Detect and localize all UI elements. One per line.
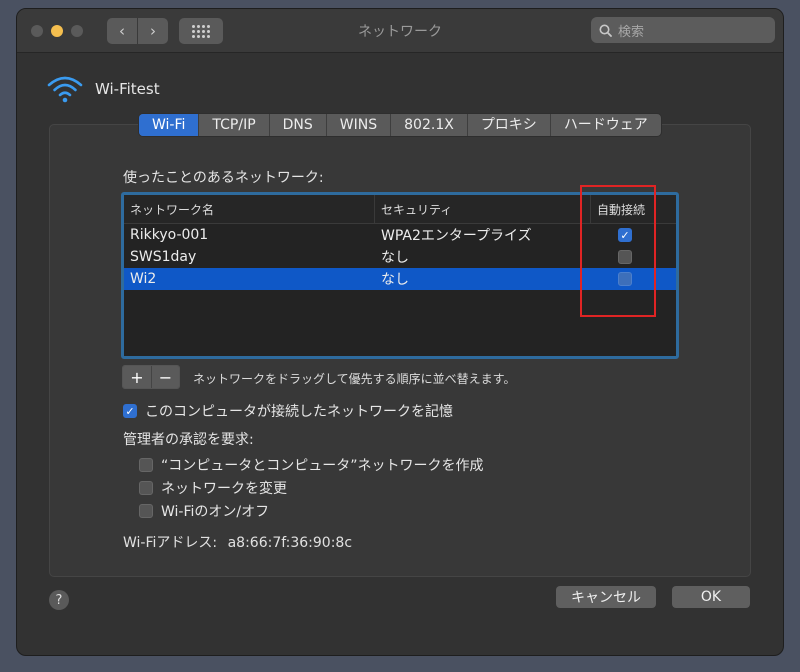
change-networks-label: ネットワークを変更 — [161, 481, 287, 497]
toggle-wifi-label: Wi-Fiのオン/オフ — [161, 504, 270, 520]
interface-header: Wi-Fitest — [47, 75, 160, 103]
tab-dns[interactable]: DNS — [270, 114, 327, 136]
tab-wins[interactable]: WINS — [327, 114, 392, 136]
wifi-address: Wi-Fiアドレス: a8:66:7f:36:90:8c — [123, 532, 352, 552]
network-preferences-window: ‹ › ネットワーク 検索 Wi-Fitest Wi-Fi TCP/IP DNS… — [16, 8, 784, 656]
search-icon — [599, 24, 612, 37]
wifi-address-value: a8:66:7f:36:90:8c — [227, 535, 353, 551]
reorder-hint: ネットワークをドラッグして優先する順序に並べ替えます。 — [193, 372, 516, 386]
remove-network-button[interactable]: − — [151, 366, 179, 388]
remember-networks-option[interactable]: ✓ このコンピュータが接続したネットワークを記憶 — [123, 401, 453, 421]
create-computer-network-checkbox[interactable] — [139, 458, 153, 472]
admin-create-computer-to-computer-option[interactable]: “コンピュータとコンピュータ”ネットワークを作成 — [139, 455, 484, 475]
annotation-highlight-box — [580, 185, 656, 317]
search-input[interactable]: 検索 — [591, 17, 775, 43]
title-bar: ‹ › ネットワーク 検索 — [17, 9, 783, 53]
network-security: なし — [381, 250, 409, 266]
network-name: SWS1day — [130, 249, 197, 265]
column-header-security[interactable]: セキュリティ — [374, 195, 590, 223]
admin-toggle-wifi-option[interactable]: Wi-Fiのオン/オフ — [139, 501, 269, 521]
remember-networks-checkbox[interactable]: ✓ — [123, 404, 137, 418]
cancel-button[interactable]: キャンセル — [556, 586, 656, 608]
network-name: Rikkyo-001 — [130, 227, 209, 243]
tab-proxy[interactable]: プロキシ — [468, 114, 551, 136]
change-networks-checkbox[interactable] — [139, 481, 153, 495]
help-button[interactable]: ? — [49, 590, 69, 610]
ok-button[interactable]: OK — [672, 586, 750, 608]
tab-hardware[interactable]: ハードウェア — [551, 114, 661, 136]
settings-tabs: Wi-Fi TCP/IP DNS WINS 802.1X プロキシ ハードウェア — [138, 113, 662, 137]
network-security: なし — [381, 272, 409, 288]
interface-title: Wi-Fitest — [95, 80, 160, 98]
wifi-address-label: Wi-Fiアドレス: — [123, 535, 218, 551]
network-security: WPA2エンタープライズ — [381, 228, 532, 244]
tab-tcpip[interactable]: TCP/IP — [199, 114, 270, 136]
add-network-button[interactable]: + — [123, 366, 151, 388]
require-admin-label: 管理者の承認を要求: — [123, 432, 254, 448]
create-computer-network-label: “コンピュータとコンピュータ”ネットワークを作成 — [161, 458, 484, 474]
wifi-icon — [47, 76, 83, 103]
admin-change-networks-option[interactable]: ネットワークを変更 — [139, 478, 287, 498]
toggle-wifi-checkbox[interactable] — [139, 504, 153, 518]
column-header-network-name[interactable]: ネットワーク名 — [124, 195, 374, 223]
preferred-networks-label: 使ったことのあるネットワーク: — [123, 170, 324, 186]
network-name: Wi2 — [130, 271, 157, 287]
search-placeholder: 検索 — [618, 24, 645, 40]
tab-8021x[interactable]: 802.1X — [391, 114, 468, 136]
tab-wifi[interactable]: Wi-Fi — [139, 114, 200, 136]
add-remove-control: + − — [122, 365, 180, 389]
remember-networks-label: このコンピュータが接続したネットワークを記憶 — [145, 404, 453, 420]
